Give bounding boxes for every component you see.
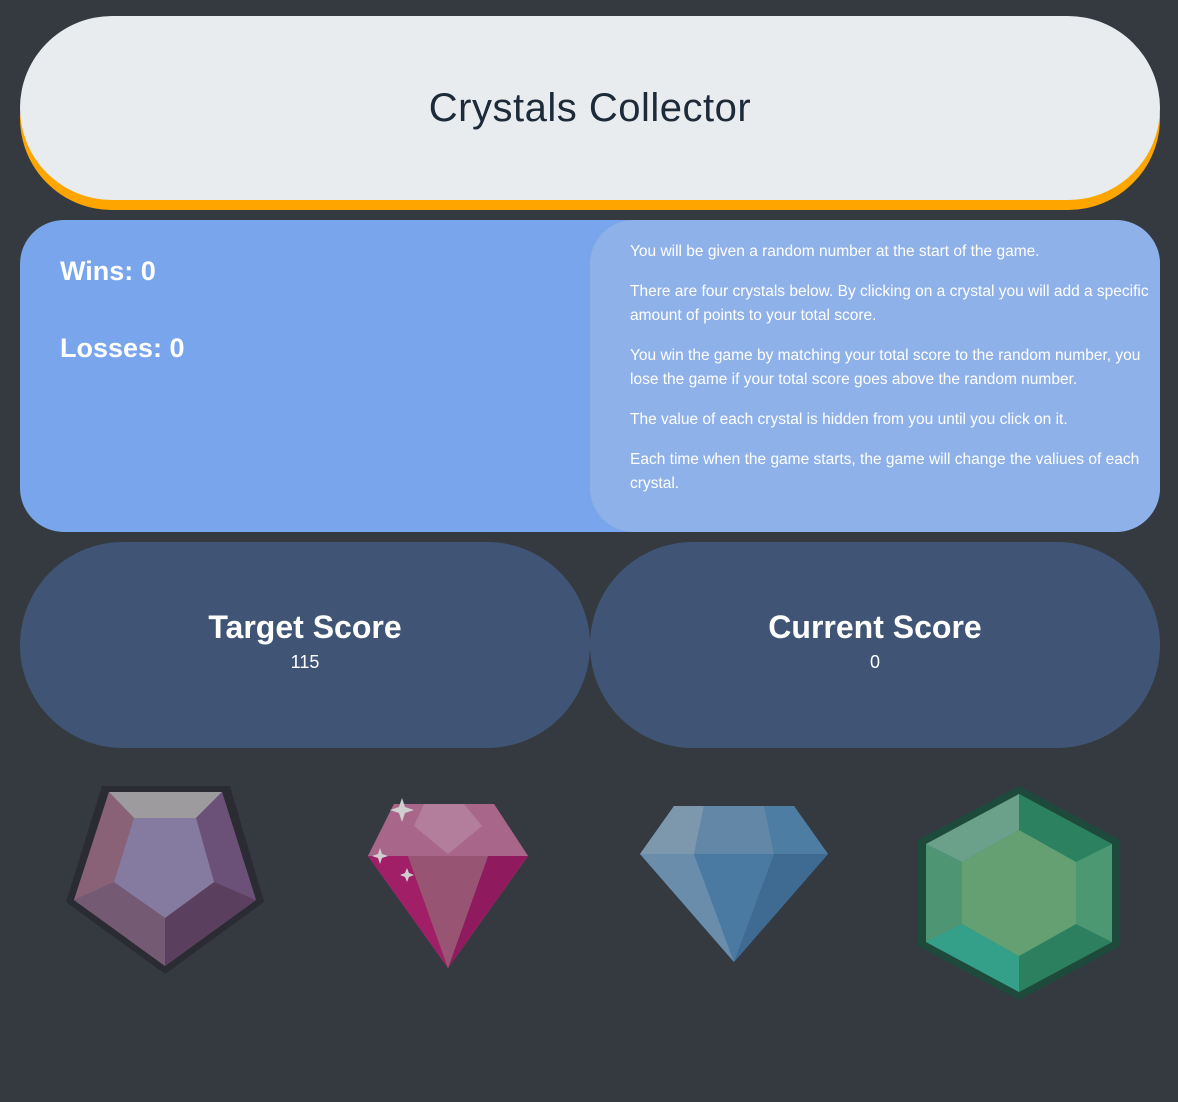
stats-panel: Wins: 0 Losses: 0	[60, 258, 185, 362]
info-panel: Wins: 0 Losses: 0 You will be given a ra…	[20, 220, 1160, 532]
target-score-label: Target Score	[208, 609, 402, 645]
losses-count: Losses: 0	[60, 333, 185, 363]
page-title: Crystals Collector	[428, 85, 752, 130]
game-header: Crystals Collector	[20, 16, 1160, 200]
diamond-crystal-icon[interactable]	[638, 804, 830, 964]
target-score-box: Target Score 115	[20, 542, 590, 748]
pentagon-crystal-icon[interactable]	[64, 782, 266, 976]
ruby-crystal-icon[interactable]	[364, 796, 532, 972]
instruction-text: Each time when the game starts, the game…	[630, 451, 1140, 492]
instruction-text: You win the game by matching your total …	[630, 347, 1141, 388]
current-score-value: 0	[869, 652, 880, 672]
instructions-panel: You will be given a random number at the…	[590, 220, 1160, 532]
instruction-text: You will be given a random number at the…	[630, 243, 1040, 260]
target-score-value: 115	[290, 652, 320, 672]
instruction-text: The value of each crystal is hidden from…	[630, 411, 1068, 428]
emerald-crystal-icon[interactable]	[916, 784, 1122, 1004]
current-score-box: Current Score 0	[590, 542, 1160, 748]
instruction-text: There are four crystals below. By clicki…	[630, 283, 1149, 324]
current-score-label: Current Score	[768, 609, 982, 645]
wins-count: Wins: 0	[60, 256, 156, 286]
